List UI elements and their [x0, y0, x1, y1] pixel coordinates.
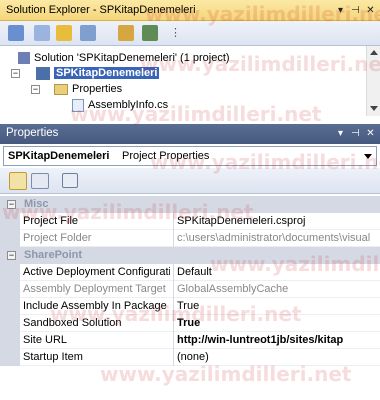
row-separator	[173, 230, 174, 247]
row-gutter	[0, 349, 20, 366]
row-gutter	[0, 332, 20, 349]
row-separator	[173, 298, 174, 315]
dropdown-icon[interactable]: ▾	[334, 4, 347, 17]
solution-explorer-title-bar: Solution Explorer - SPKitapDenemeleri ▾ …	[0, 0, 380, 21]
close-icon[interactable]: ✕	[364, 127, 377, 140]
tree-item-project[interactable]: SPKitapDenemeleri	[36, 65, 160, 81]
row-separator	[173, 281, 174, 298]
close-icon[interactable]: ✕	[364, 4, 377, 17]
category-label: SharePoint	[24, 249, 83, 261]
solution-tree: Solution 'SPKitapDenemeleri' (1 project)…	[0, 46, 368, 116]
row-gutter	[0, 264, 20, 281]
property-name: Project Folder	[23, 232, 92, 244]
scroll-up-icon[interactable]	[370, 50, 378, 55]
row-separator	[173, 332, 174, 349]
object-selector[interactable]: SPKitapDenemeleri Project Properties	[3, 146, 377, 166]
tree-item-solution[interactable]: Solution 'SPKitapDenemeleri' (1 project)	[18, 50, 230, 66]
tree-item-assemblyinfo[interactable]: AssemblyInfo.cs	[72, 97, 168, 113]
property-value: (none)	[177, 351, 209, 363]
property-row-active-deployment[interactable]: Active Deployment Configuration Default	[0, 264, 380, 281]
csharp-project-icon	[36, 66, 50, 80]
refresh-icon[interactable]	[56, 25, 72, 41]
row-gutter	[0, 213, 20, 230]
row-separator	[173, 349, 174, 366]
row-gutter	[0, 315, 20, 332]
property-row-assembly-deployment-target[interactable]: Assembly Deployment Target GlobalAssembl…	[0, 281, 380, 298]
solution-explorer-scrollbar[interactable]	[366, 46, 380, 116]
properties-toolbar	[0, 168, 380, 194]
properties-title-bar: Properties ▾ ⊣ ✕	[0, 124, 380, 144]
property-value: GlobalAssemblyCache	[177, 283, 289, 295]
property-row-sandboxed-solution[interactable]: Sandboxed Solution True	[0, 315, 380, 332]
overflow-icon[interactable]: ⋮	[170, 26, 181, 39]
object-name: SPKitapDenemeleri	[8, 150, 110, 162]
tree-item-properties[interactable]: Properties	[54, 81, 122, 97]
pin-icon[interactable]: ⊣	[349, 127, 362, 140]
property-row-site-url[interactable]: Site URL http://win-luntreot1jb/sites/ki…	[0, 332, 380, 349]
category-label: Misc	[24, 198, 49, 210]
object-type: Project Properties	[122, 150, 210, 162]
row-gutter	[0, 298, 20, 315]
folder-icon	[54, 83, 68, 95]
dropdown-icon[interactable]: ▾	[334, 127, 347, 140]
alphabetical-icon[interactable]	[31, 173, 49, 189]
property-pages-icon[interactable]	[62, 173, 78, 188]
tree-label-properties: Properties	[72, 83, 123, 95]
solution-icon	[18, 52, 30, 64]
property-name: Site URL	[23, 334, 68, 346]
property-value: SPKitapDenemeleri.csproj	[177, 215, 306, 227]
collapse-properties-icon[interactable]: −	[31, 85, 40, 94]
property-name: Include Assembly In Package	[23, 300, 167, 312]
property-value: Default	[177, 266, 212, 278]
category-sharepoint[interactable]: − SharePoint	[0, 247, 380, 264]
property-value: http://win-luntreot1jb/sites/kitap	[177, 334, 344, 346]
categorized-icon[interactable]	[9, 172, 27, 190]
collapse-project-icon[interactable]: −	[11, 69, 20, 78]
row-gutter	[0, 230, 20, 247]
property-name: Active Deployment Configuration	[23, 266, 170, 278]
tree-label-solution: Solution 'SPKitapDenemeleri' (1 project)	[34, 52, 230, 64]
property-value: True	[177, 317, 201, 329]
cs-file-icon	[72, 98, 84, 112]
solution-explorer-title: Solution Explorer - SPKitapDenemeleri	[6, 4, 196, 16]
property-value: True	[177, 300, 200, 312]
scroll-down-icon[interactable]	[370, 106, 378, 111]
solution-explorer-toolbar: ⋮	[0, 21, 380, 46]
property-name: Project File	[23, 215, 79, 227]
category-misc[interactable]: − Misc	[0, 196, 380, 213]
property-row-project-file[interactable]: Project File SPKitapDenemeleri.csproj	[0, 213, 380, 230]
property-grid: − Misc Project File SPKitapDenemeleri.cs…	[0, 195, 380, 400]
view-designer-icon[interactable]	[118, 25, 134, 41]
property-row-startup-item[interactable]: Startup Item (none)	[0, 349, 380, 366]
collapse-category-icon[interactable]: −	[7, 251, 16, 260]
tree-label-project: SPKitapDenemeleri	[54, 67, 160, 79]
row-separator	[173, 315, 174, 332]
collapse-category-icon[interactable]: −	[7, 200, 16, 209]
class-diagram-icon[interactable]	[142, 25, 158, 41]
properties-title: Properties	[6, 127, 59, 139]
property-value: c:\users\administrator\documents\visual	[177, 232, 371, 244]
property-name: Startup Item	[23, 351, 83, 363]
chevron-down-icon[interactable]	[364, 154, 372, 159]
row-separator	[173, 213, 174, 230]
properties-icon[interactable]	[8, 25, 24, 41]
pin-icon[interactable]: ⊣	[349, 4, 362, 17]
row-gutter	[0, 281, 20, 298]
property-name: Assembly Deployment Target	[23, 283, 166, 295]
property-row-project-folder[interactable]: Project Folder c:\users\administrator\do…	[0, 230, 380, 247]
view-code-icon[interactable]	[80, 25, 96, 41]
property-name: Sandboxed Solution	[23, 317, 122, 329]
tree-label-assemblyinfo: AssemblyInfo.cs	[88, 99, 169, 111]
show-all-files-icon[interactable]	[34, 25, 50, 41]
row-separator	[173, 264, 174, 281]
property-row-include-assembly[interactable]: Include Assembly In Package True	[0, 298, 380, 315]
